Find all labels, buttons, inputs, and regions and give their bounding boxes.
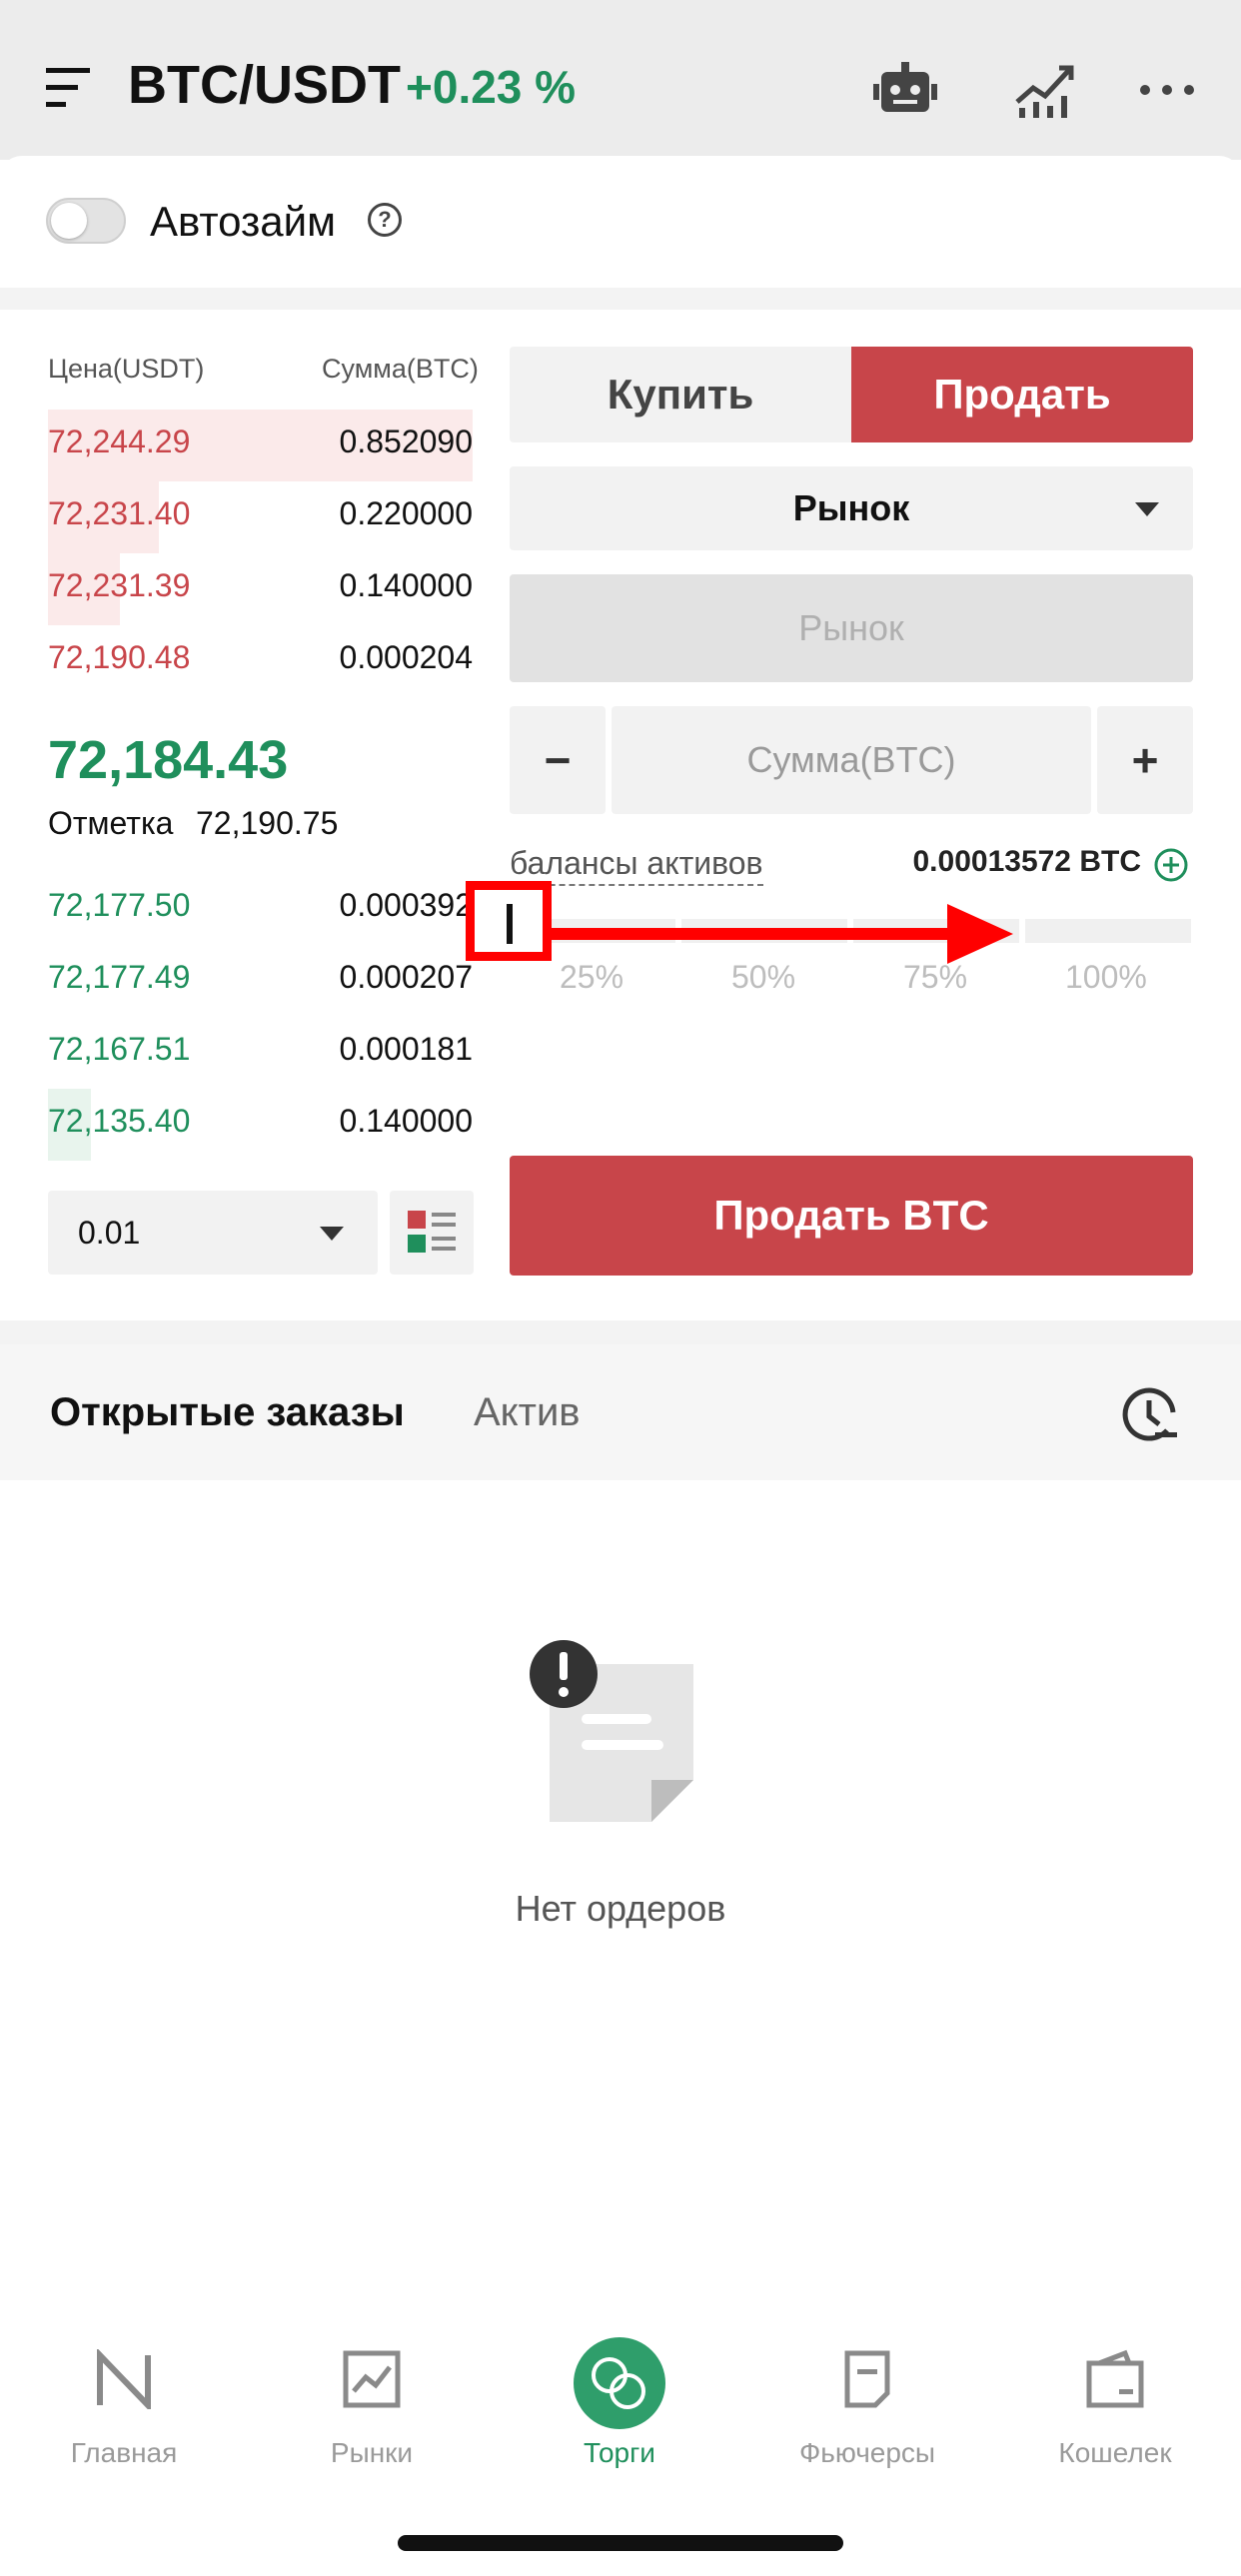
ask-amount: 0.000204 [339, 639, 473, 675]
plus-icon: + [1131, 734, 1159, 786]
ask-amount: 0.140000 [339, 567, 473, 603]
buy-tab[interactable]: Купить [510, 347, 851, 442]
bid-row[interactable]: 72,135.40 0.140000 [48, 1089, 473, 1161]
home-icon [97, 2349, 151, 2409]
slider-segment-100[interactable] [1025, 919, 1191, 943]
bid-price: 72,177.50 [48, 887, 191, 923]
autoloan-label: Автозайм [150, 198, 337, 245]
tab-asset[interactable]: Актив [474, 1390, 581, 1435]
chart-icon[interactable] [1013, 62, 1077, 118]
slider-handle[interactable] [507, 904, 513, 944]
sell-btc-button[interactable]: Продать BTC [510, 1156, 1193, 1276]
home-indicator [398, 2535, 843, 2551]
sell-btc-label: Продать BTC [713, 1192, 989, 1239]
markets-icon [343, 2350, 401, 2408]
nav-wallet-label: Кошелек [1058, 2437, 1172, 2468]
ask-row[interactable]: 72,231.39 0.140000 [48, 553, 473, 625]
bid-amount: 0.140000 [339, 1103, 473, 1139]
section-divider [0, 1320, 1241, 1344]
ask-price: 72,231.39 [48, 567, 191, 603]
price-change: +0.23 % [406, 61, 577, 113]
ask-row[interactable]: 72,231.40 0.220000 [48, 481, 473, 553]
bid-price: 72,167.51 [48, 1031, 191, 1067]
menu-icon[interactable] [46, 66, 94, 110]
bid-amount: 0.000181 [339, 1031, 473, 1067]
price-field: Рынок [510, 574, 1193, 682]
bid-row[interactable]: 72,167.51 0.000181 [48, 1017, 473, 1089]
ob-header-amount: Сумма(BTC) [322, 354, 479, 384]
empty-orders-text: Нет ордеров [515, 1888, 726, 1929]
balance-value: 0.00013572 BTC [912, 845, 1142, 878]
minus-icon: − [544, 734, 572, 786]
amount-input[interactable]: Сумма(BTC) [612, 706, 1091, 814]
history-icon[interactable] [1121, 1384, 1181, 1444]
buy-tab-label: Купить [607, 371, 754, 418]
chevron-down-icon [1135, 502, 1159, 516]
precision-value: 0.01 [78, 1215, 141, 1251]
ask-price: 72,244.29 [48, 424, 191, 459]
balance-label[interactable]: балансы активов [510, 845, 763, 886]
orderbook-layout-icon[interactable] [390, 1191, 474, 1275]
last-price: 72,184.43 [48, 730, 289, 790]
tab-open-orders[interactable]: Открытые заказы [50, 1390, 405, 1435]
trade-icon [574, 2337, 665, 2429]
annotation-box [466, 881, 552, 961]
help-icon-glyph: ? [378, 207, 392, 232]
nav-futures-label: Фьючерсы [798, 2437, 936, 2468]
empty-orders-icon [526, 1640, 695, 1826]
ob-header-price: Цена(USDT) [48, 354, 205, 384]
robot-icon[interactable] [873, 60, 937, 120]
annotation-arrow [552, 901, 1013, 967]
add-balance-icon[interactable] [1153, 847, 1189, 883]
order-type-select[interactable]: Рынок [510, 466, 1193, 550]
wallet-icon [1086, 2349, 1144, 2408]
pair-title[interactable]: BTC/USDT [128, 54, 401, 116]
nav-markets-label: Рынки [330, 2437, 414, 2468]
price-field-placeholder: Рынок [798, 607, 904, 648]
help-icon[interactable]: ? [368, 203, 402, 237]
order-type-value: Рынок [792, 487, 910, 528]
ask-amount: 0.220000 [339, 495, 473, 531]
autoloan-toggle[interactable] [46, 198, 126, 244]
ask-price: 72,231.40 [48, 495, 191, 531]
precision-select[interactable]: 0.01 [48, 1191, 378, 1275]
amount-plus-button[interactable]: + [1097, 706, 1193, 814]
nav-home-label: Главная [70, 2437, 178, 2468]
bid-price: 72,177.49 [48, 959, 191, 995]
ask-row[interactable]: 72,190.48 0.000204 [48, 625, 473, 697]
bid-amount: 0.000207 [339, 959, 473, 995]
ask-row[interactable]: 72,244.29 0.852090 [48, 410, 473, 481]
amount-minus-button[interactable]: − [510, 706, 606, 814]
section-divider [0, 288, 1241, 310]
slider-label-100[interactable]: 100% [1065, 959, 1147, 996]
sell-tab-label: Продать [933, 371, 1111, 418]
bid-amount: 0.000392 [339, 887, 473, 923]
ask-price: 72,190.48 [48, 639, 191, 675]
bid-row[interactable]: 72,177.50 0.000392 [48, 873, 473, 945]
ask-amount: 0.852090 [339, 424, 473, 459]
mark-label: Отметка [48, 805, 174, 841]
nav-trade-label: Торги [584, 2437, 655, 2468]
more-icon[interactable] [1139, 84, 1195, 96]
amount-placeholder: Сумма(BTC) [746, 739, 956, 780]
bid-row[interactable]: 72,177.49 0.000207 [48, 945, 473, 1017]
bid-price: 72,135.40 [48, 1103, 191, 1139]
chevron-down-icon [320, 1227, 344, 1241]
futures-icon [844, 2350, 890, 2408]
sell-tab[interactable]: Продать [851, 347, 1193, 442]
mark-price: 72,190.75 [196, 805, 339, 841]
